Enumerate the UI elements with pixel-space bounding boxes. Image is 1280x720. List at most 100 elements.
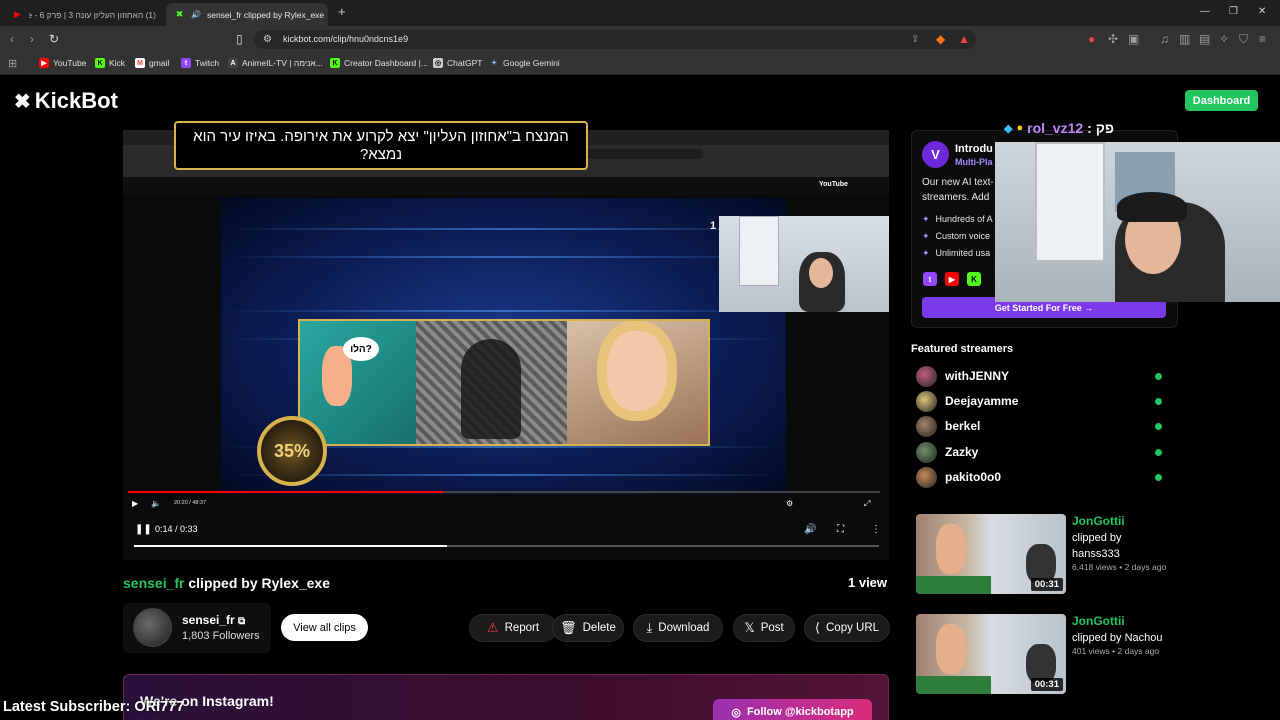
logo-text: KickBot — [34, 88, 118, 113]
reload-icon[interactable]: ↻ — [49, 32, 59, 46]
quiz-image-panels: הלו? — [298, 319, 710, 446]
view-all-clips-button[interactable]: View all clips — [281, 614, 368, 641]
streamer-avatar — [916, 441, 937, 463]
gmail-icon: M — [135, 58, 145, 68]
promo-line: streamers. Add — [922, 192, 990, 203]
sparkle-icon: ✦ — [922, 231, 930, 241]
new-tab-icon[interactable]: + — [338, 4, 346, 19]
gemini-icon: ✦ — [491, 60, 497, 67]
back-icon[interactable]: ‹ — [10, 32, 14, 46]
kickbot-logo[interactable]: ✖ KickBot — [14, 88, 118, 114]
browser-tab[interactable]: ▶ (1) האחוזון העליון עונה 3 | פרק 6 - be — [4, 3, 164, 26]
sparkle-icon: ✦ — [922, 248, 930, 258]
brave-rewards-icon[interactable]: ▲ — [958, 32, 970, 46]
bookmark-animeil[interactable]: A AnimeIL-TV | אנימה... — [228, 58, 323, 68]
pause-icon[interactable]: ❚❚ — [135, 524, 152, 535]
download-icon: ⤓ — [646, 620, 653, 635]
fullscreen-icon[interactable]: ⛶ — [837, 524, 844, 535]
wallet-icon[interactable]: ▣ — [1128, 32, 1139, 46]
inner-volume-icon: 🔈 — [151, 499, 161, 508]
x-logo-icon: 𝕏 — [744, 620, 755, 635]
streamer-face — [809, 258, 833, 288]
dashboard-button[interactable]: Dashboard — [1185, 90, 1258, 111]
chatgpt-icon: ◎ — [433, 58, 443, 68]
related-clip-card[interactable]: 00:31 JonGottii clipped by hanss333 6,41… — [916, 514, 1166, 594]
forward-icon[interactable]: › — [30, 32, 34, 46]
bookmark-label: gmail — [149, 58, 170, 68]
streamer-hair — [1117, 192, 1187, 222]
youtube-progress-fill — [128, 491, 444, 493]
channel-name[interactable]: sensei_fr ⧉ — [182, 613, 245, 627]
extension-record-icon[interactable]: ● — [1088, 32, 1095, 46]
player-time: 0:14 / 0:33 — [155, 524, 198, 534]
follow-instagram-button[interactable]: ◎ Follow @kickbotapp — [713, 699, 872, 720]
close-window-icon[interactable]: ✕ — [1258, 6, 1266, 17]
clip-streamer[interactable]: JonGottii — [1072, 514, 1125, 528]
brave-shield-icon[interactable]: ◆ — [936, 32, 945, 46]
restore-icon[interactable]: ❐ — [1229, 6, 1238, 17]
copy-url-button[interactable]: ⟨ Copy URL — [804, 614, 890, 642]
site-info-icon[interactable]: ⚙ — [263, 33, 272, 47]
sidebar-icon[interactable]: ▥ — [1179, 32, 1190, 46]
report-button[interactable]: ⚠ Report — [469, 614, 557, 642]
bookmark-gmail[interactable]: Mgmail — [135, 58, 169, 68]
window-frame — [1035, 142, 1105, 262]
browser-tab-bar: ▶ (1) האחוזון העליון עונה 3 | פרק 6 - be… — [0, 0, 1280, 26]
shadow-figure — [460, 339, 521, 439]
menu-icon[interactable]: ≡ — [1259, 32, 1266, 46]
more-options-icon[interactable]: ⋮ — [871, 524, 881, 535]
sparkle-icon: ✦ — [922, 214, 930, 224]
external-link-icon: ⧉ — [238, 616, 246, 627]
live-indicator-icon — [1155, 422, 1162, 430]
kick-icon: K — [95, 58, 105, 68]
bookmark-youtube[interactable]: ▶ YouTube — [39, 58, 86, 68]
minimize-icon[interactable]: — — [1200, 6, 1210, 17]
video-webcam-overlay — [719, 216, 889, 312]
browser-tab-active[interactable]: ✖ 🔊 sensei_fr clipped by Rylex_exe ✕ — [166, 3, 328, 26]
clip-streamer[interactable]: JonGottii — [1072, 614, 1125, 628]
panel-portrait — [567, 321, 708, 444]
bookmark-chatgpt[interactable]: ◎ ChatGPT — [433, 58, 482, 68]
featured-streamer-row[interactable]: berkel — [916, 415, 1166, 437]
clip-streamer-name[interactable]: sensei_fr — [123, 575, 184, 591]
url-text[interactable]: kickbot.com/clip/hnu0ndcns1e9 — [283, 34, 408, 44]
youtube-icon: ▶ — [945, 272, 959, 286]
bookmark-label: ChatGPT — [447, 58, 483, 68]
channel-avatar[interactable] — [133, 608, 172, 647]
download-button[interactable]: ⤓ Download — [633, 614, 723, 642]
featured-streamers-heading: Featured streamers — [911, 343, 1014, 355]
bookmark-icon[interactable]: ▯ — [236, 32, 243, 46]
bookmark-twitch[interactable]: t Twitch — [181, 58, 219, 68]
chat-username: rol_vz12 — [1027, 120, 1084, 136]
featured-streamer-row[interactable]: Deejayamme — [916, 390, 1166, 412]
related-clip-card[interactable]: 00:31 JonGottii clipped by Nachou 401 vi… — [916, 614, 1166, 694]
stream-overlay-latest-subscriber: Latest Subscriber: ORI777 — [3, 699, 185, 715]
thumb-figure — [936, 624, 966, 674]
volume-icon[interactable]: 🔊 — [804, 524, 816, 535]
copy-url-label: Copy URL — [826, 622, 880, 634]
wallet-2-icon[interactable]: ▤ — [1199, 32, 1210, 46]
bookmark-gemini[interactable]: ✦ Google Gemini — [489, 58, 560, 68]
coin-icon: ● — [1016, 122, 1024, 134]
clip-thumbnail[interactable]: 00:31 — [916, 614, 1066, 694]
delete-button[interactable]: 🗑 Delete — [552, 614, 624, 642]
report-label: Report — [504, 622, 540, 634]
media-icon[interactable]: ♫ — [1160, 32, 1169, 46]
featured-streamer-row[interactable]: withJENNY — [916, 365, 1166, 387]
featured-streamer-row[interactable]: pakito0o0 — [916, 466, 1166, 488]
ai-icon[interactable]: ✧ — [1219, 32, 1229, 46]
panel-shadow — [415, 321, 568, 444]
vpn-icon[interactable]: ⛉ — [1239, 32, 1248, 46]
video-counter: 1 — [710, 220, 717, 232]
bookmark-creator-dashboard[interactable]: K Creator Dashboard |... — [330, 58, 428, 68]
featured-streamer-row[interactable]: Zazky — [916, 441, 1166, 463]
post-button[interactable]: 𝕏 Post — [733, 614, 795, 642]
apps-grid-icon[interactable]: ⊞ — [8, 57, 17, 71]
share-icon[interactable]: ⇪ — [911, 33, 919, 47]
streamer-avatar — [916, 365, 937, 387]
promo-platforms: t ▶ K — [923, 272, 981, 286]
clip-thumbnail[interactable]: 00:31 — [916, 514, 1066, 594]
bookmark-kick[interactable]: K Kick — [95, 58, 125, 68]
extensions-icon[interactable]: ✣ — [1108, 32, 1118, 46]
lifeline-badge: 35% — [257, 416, 327, 486]
